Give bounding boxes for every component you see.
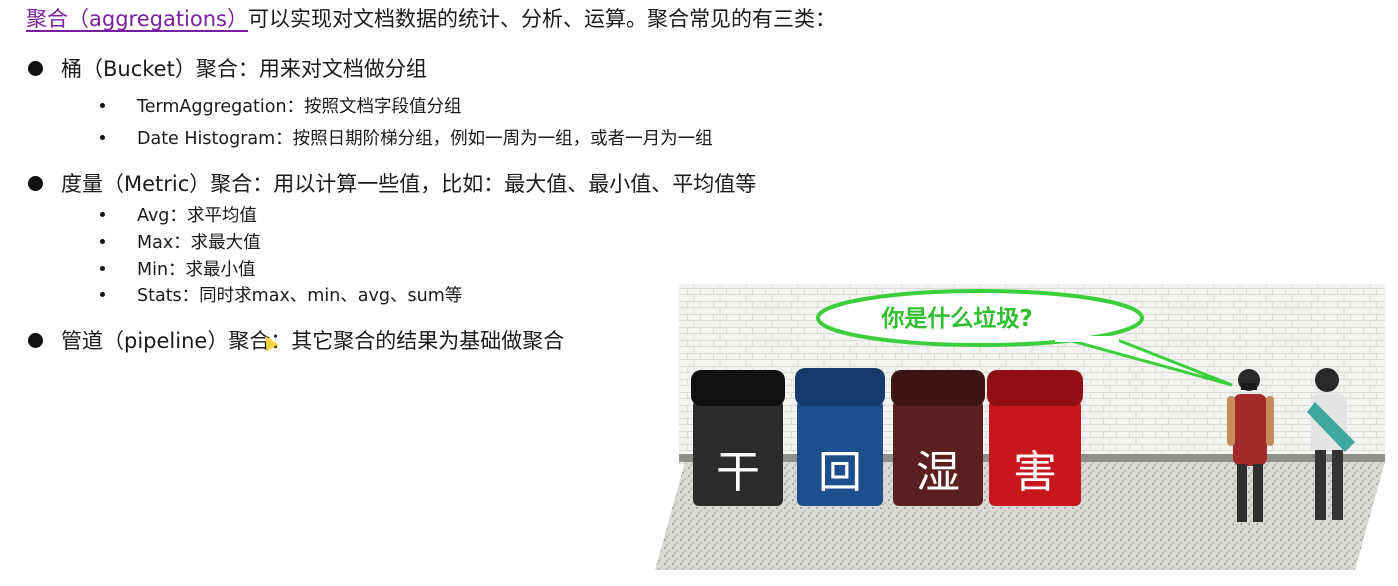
bin-label: 回 (818, 447, 862, 498)
list-item-text: Date Histogram：按照日期阶梯分组，例如一周为一组，或者一月为一组 (137, 129, 713, 149)
bullet-icon (100, 266, 105, 271)
bullet-icon (100, 239, 105, 244)
intro-text: 可以实现对文档数据的统计、分析、运算。聚合常见的有三类： (248, 7, 836, 31)
list-item-text: Max：求最大值 (137, 233, 261, 253)
recyclable-bin: 回 (795, 368, 885, 506)
list-item: Max：求最大值 (100, 231, 261, 255)
bin-label: 湿 (916, 447, 960, 498)
bullet-icon (28, 333, 43, 348)
bucket-aggregation-item: 桶（Bucket）聚合：用来对文档做分组 (28, 54, 427, 84)
metric-label: 度量（Metric）聚合：用以计算一些值，比如：最大值、最小值、平均值等 (61, 172, 757, 196)
bullet-icon (100, 135, 105, 140)
list-item: Date Histogram：按照日期阶梯分组，例如一周为一组，或者一月为一组 (100, 127, 713, 151)
garbage-sorting-illustration: 你是什么垃圾? 干 回 湿 害 (655, 284, 1385, 570)
bullet-icon (100, 292, 105, 297)
list-item: Avg：求平均值 (100, 204, 257, 228)
intro-line: 聚合（aggregations）可以实现对文档数据的统计、分析、运算。聚合常见的… (26, 4, 836, 34)
aggregations-link[interactable]: 聚合（aggregations） (26, 7, 248, 31)
list-item: Min：求最小值 (100, 258, 256, 282)
bullet-icon (100, 103, 105, 108)
list-item: TermAggregation：按照文档字段值分组 (100, 95, 462, 119)
list-item-text: Stats：同时求max、min、avg、sum等 (137, 286, 463, 306)
dry-waste-bin: 干 (691, 370, 785, 506)
bin-label: 干 (716, 447, 760, 498)
bullet-icon (28, 176, 43, 191)
bucket-label: 桶（Bucket）聚合：用来对文档做分组 (61, 57, 427, 81)
list-item-text: Avg：求平均值 (137, 206, 257, 226)
metric-aggregation-item: 度量（Metric）聚合：用以计算一些值，比如：最大值、最小值、平均值等 (28, 169, 756, 199)
list-item-text: Min：求最小值 (137, 260, 256, 280)
pipeline-label: 管道（pipeline）聚合：其它聚合的结果为基础做聚合 (61, 329, 565, 353)
list-item: Stats：同时求max、min、avg、sum等 (100, 284, 462, 308)
speech-text: 你是什么垃圾? (880, 305, 1032, 332)
bin-label: 害 (1013, 447, 1057, 498)
bullet-icon (28, 61, 43, 76)
hazardous-bin: 害 (987, 370, 1083, 506)
wet-waste-bin: 湿 (891, 370, 985, 506)
pipeline-aggregation-item: 管道（pipeline）聚合：其它聚合的结果为基础做聚合 (28, 326, 564, 356)
list-item-text: TermAggregation：按照文档字段值分组 (137, 97, 462, 117)
bullet-icon (100, 212, 105, 217)
